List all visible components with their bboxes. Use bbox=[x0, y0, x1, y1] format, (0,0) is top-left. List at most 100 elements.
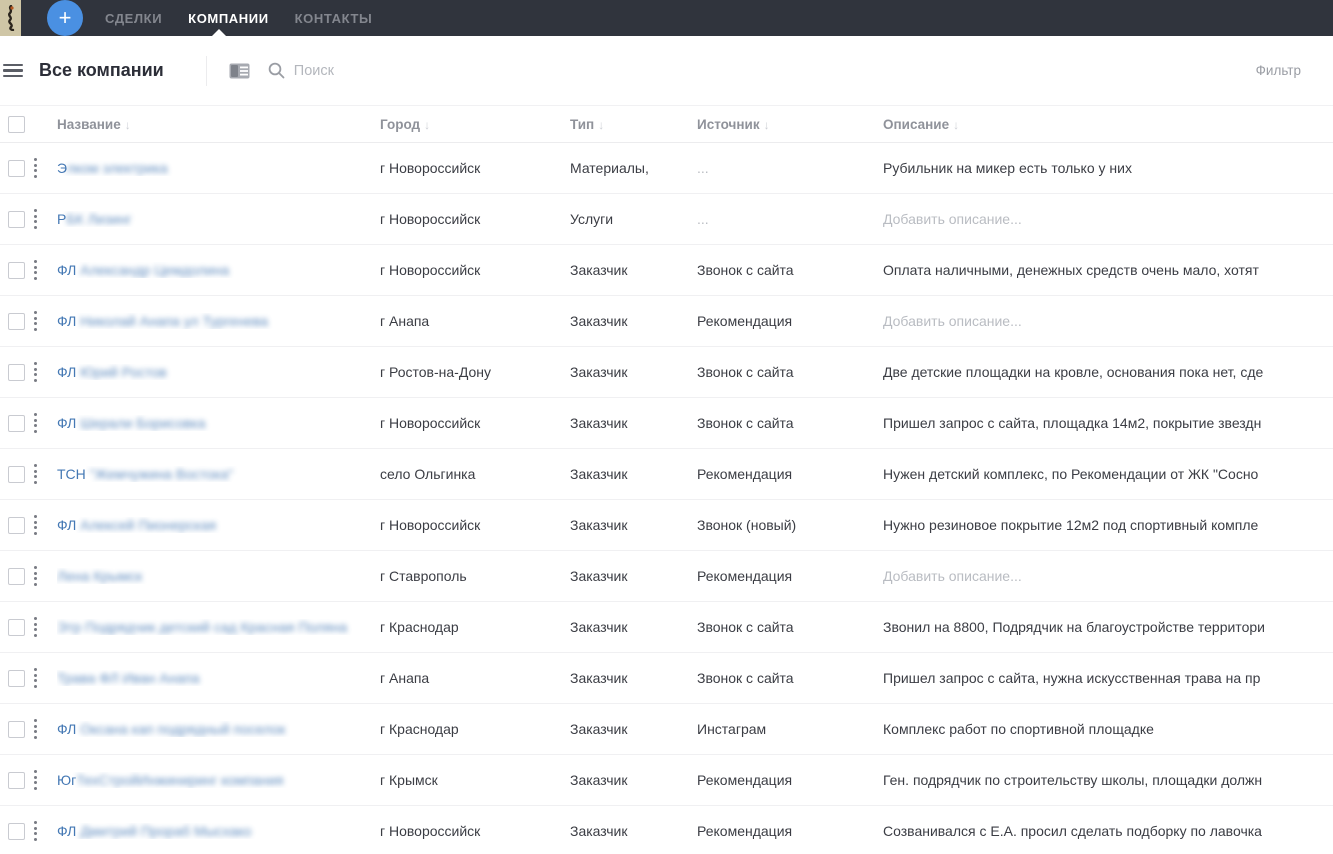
row-checkbox[interactable] bbox=[8, 568, 25, 585]
table-row[interactable]: Лена Крымск г Ставрополь Заказчик Рекоме… bbox=[0, 551, 1333, 602]
company-name-link[interactable]: РБК Лизинг bbox=[57, 211, 132, 227]
table-row[interactable]: ФЛ Алексей Пионерская г Новороссийск Зак… bbox=[0, 500, 1333, 551]
table-row[interactable]: ФЛ Шерали Борисовка г Новороссийск Заказ… bbox=[0, 398, 1333, 449]
company-description[interactable]: Добавить описание... bbox=[883, 313, 1333, 329]
row-menu-icon[interactable] bbox=[34, 770, 38, 790]
row-checkbox[interactable] bbox=[8, 313, 25, 330]
company-name-redacted: лком электрика bbox=[67, 160, 168, 176]
select-all-checkbox[interactable] bbox=[8, 116, 25, 133]
row-menu-icon[interactable] bbox=[34, 617, 38, 637]
table-row[interactable]: ФЛ Дмитрий Прораб Мысхако г Новороссийск… bbox=[0, 806, 1333, 854]
company-source: Звонок с сайта bbox=[697, 262, 883, 278]
company-source: ... bbox=[697, 160, 883, 176]
table-row[interactable]: ФЛ Юрий Ростов г Ростов-на-Дону Заказчик… bbox=[0, 347, 1333, 398]
company-description[interactable]: Звонил на 8800, Подрядчик на благоустрой… bbox=[883, 619, 1333, 635]
company-name-link[interactable]: ФЛ Александр Цемдолина bbox=[57, 262, 229, 278]
company-description[interactable]: Добавить описание... bbox=[883, 211, 1333, 227]
column-header-name[interactable]: Название↓ bbox=[57, 117, 380, 132]
company-type: Заказчик bbox=[570, 823, 697, 839]
company-description[interactable]: Созванивался с Е.А. просил сделать подбо… bbox=[883, 823, 1333, 839]
tab-contacts[interactable]: КОНТАКТЫ bbox=[295, 1, 373, 36]
company-name-link[interactable]: Трава ФЛ Иван Анапа bbox=[57, 670, 200, 686]
row-checkbox[interactable] bbox=[8, 772, 25, 789]
company-description[interactable]: Нужен детский комплекс, по Рекомендации … bbox=[883, 466, 1333, 482]
column-header-description[interactable]: Описание↓ bbox=[883, 117, 1333, 132]
company-description[interactable]: Добавить описание... bbox=[883, 568, 1333, 584]
company-city: г Новороссийск bbox=[380, 517, 570, 533]
company-city: село Ольгинка bbox=[380, 466, 570, 482]
row-checkbox[interactable] bbox=[8, 670, 25, 687]
company-source: Звонок с сайта bbox=[697, 415, 883, 431]
company-description[interactable]: Комплекс работ по спортивной площадке bbox=[883, 721, 1333, 737]
column-header-type[interactable]: Тип↓ bbox=[570, 117, 697, 132]
row-menu-icon[interactable] bbox=[34, 719, 38, 739]
menu-icon[interactable] bbox=[3, 61, 23, 81]
company-description[interactable]: Рубильник на микер есть только у них bbox=[883, 160, 1333, 176]
column-header-city[interactable]: Город↓ bbox=[380, 117, 570, 132]
sort-icon: ↓ bbox=[764, 118, 770, 132]
row-checkbox[interactable] bbox=[8, 160, 25, 177]
row-checkbox[interactable] bbox=[8, 211, 25, 228]
table-row[interactable]: Трава ФЛ Иван Анапа г Анапа Заказчик Зво… bbox=[0, 653, 1333, 704]
card-view-icon[interactable] bbox=[229, 63, 250, 79]
row-menu-icon[interactable] bbox=[34, 158, 38, 178]
table-row[interactable]: ЮгТехСтройИнжиниринг компания г Крымск З… bbox=[0, 755, 1333, 806]
row-checkbox[interactable] bbox=[8, 823, 25, 840]
company-name-link[interactable]: ФЛ Шерали Борисовка bbox=[57, 415, 206, 431]
company-name-link[interactable]: Этр Подрядчик детский сад Красная Поляна bbox=[57, 619, 347, 635]
table-row[interactable]: ФЛ Николай Анапа ул Тургенева г Анапа За… bbox=[0, 296, 1333, 347]
company-source: Инстаграм bbox=[697, 721, 883, 737]
table-row[interactable]: ФЛ Оксана кап подрядный поселок г Красно… bbox=[0, 704, 1333, 755]
table-row[interactable]: Этр Подрядчик детский сад Красная Поляна… bbox=[0, 602, 1333, 653]
row-menu-icon[interactable] bbox=[34, 668, 38, 688]
company-description[interactable]: Две детские площадки на кровле, основани… bbox=[883, 364, 1333, 380]
table-row[interactable]: ТСН "Жемчужина Востока" село Ольгинка За… bbox=[0, 449, 1333, 500]
company-name-link[interactable]: ФЛ Юрий Ростов bbox=[57, 364, 167, 380]
search-input[interactable] bbox=[294, 63, 444, 79]
row-menu-icon[interactable] bbox=[34, 260, 38, 280]
company-description[interactable]: Пришел запрос с сайта, нужна искусственн… bbox=[883, 670, 1333, 686]
company-name-link[interactable]: ФЛ Оксана кап подрядный поселок bbox=[57, 721, 285, 737]
row-checkbox[interactable] bbox=[8, 364, 25, 381]
table-row[interactable]: РБК Лизинг г Новороссийск Услуги ... Доб… bbox=[0, 194, 1333, 245]
row-checkbox[interactable] bbox=[8, 619, 25, 636]
company-name-link[interactable]: Лена Крымск bbox=[57, 568, 142, 584]
company-type: Заказчик bbox=[570, 364, 697, 380]
company-description[interactable]: Нужно резиновое покрытие 12м2 под спорти… bbox=[883, 517, 1333, 533]
row-menu-icon[interactable] bbox=[34, 209, 38, 229]
search-box bbox=[268, 62, 444, 79]
row-menu-icon[interactable] bbox=[34, 821, 38, 841]
company-description[interactable]: Оплата наличными, денежных средств очень… bbox=[883, 262, 1333, 278]
company-name-link[interactable]: ТСН "Жемчужина Востока" bbox=[57, 466, 233, 482]
company-name-prefix: ФЛ bbox=[57, 517, 80, 533]
company-name-link[interactable]: Элком электрика bbox=[57, 160, 168, 176]
company-name-redacted: Лена Крымск bbox=[57, 568, 142, 584]
company-name-link[interactable]: ЮгТехСтройИнжиниринг компания bbox=[57, 772, 283, 788]
table-header: Название↓ Город↓ Тип↓ Источник↓ Описание… bbox=[0, 105, 1333, 143]
row-menu-icon[interactable] bbox=[34, 311, 38, 331]
table-row[interactable]: Элком электрика г Новороссийск Материалы… bbox=[0, 143, 1333, 194]
company-name-link[interactable]: ФЛ Алексей Пионерская bbox=[57, 517, 216, 533]
company-name-link[interactable]: ФЛ Дмитрий Прораб Мысхако bbox=[57, 823, 251, 839]
search-icon[interactable] bbox=[268, 62, 285, 79]
add-button[interactable]: + bbox=[47, 0, 83, 36]
row-checkbox[interactable] bbox=[8, 262, 25, 279]
row-checkbox[interactable] bbox=[8, 517, 25, 534]
row-menu-icon[interactable] bbox=[34, 362, 38, 382]
row-menu-icon[interactable] bbox=[34, 515, 38, 535]
company-description[interactable]: Пришел запрос с сайта, площадка 14м2, по… bbox=[883, 415, 1333, 431]
filter-button[interactable]: Фильтр bbox=[1256, 63, 1301, 78]
company-source: Рекомендация bbox=[697, 823, 883, 839]
tab-companies[interactable]: КОМПАНИИ bbox=[188, 1, 268, 36]
tab-deals[interactable]: СДЕЛКИ bbox=[105, 1, 162, 36]
company-description[interactable]: Ген. подрядчик по строительству школы, п… bbox=[883, 772, 1333, 788]
company-name-link[interactable]: ФЛ Николай Анапа ул Тургенева bbox=[57, 313, 268, 329]
row-menu-icon[interactable] bbox=[34, 464, 38, 484]
row-checkbox[interactable] bbox=[8, 466, 25, 483]
column-header-source[interactable]: Источник↓ bbox=[697, 117, 883, 132]
row-menu-icon[interactable] bbox=[34, 413, 38, 433]
row-checkbox[interactable] bbox=[8, 415, 25, 432]
table-row[interactable]: ФЛ Александр Цемдолина г Новороссийск За… bbox=[0, 245, 1333, 296]
row-checkbox[interactable] bbox=[8, 721, 25, 738]
row-menu-icon[interactable] bbox=[34, 566, 38, 586]
